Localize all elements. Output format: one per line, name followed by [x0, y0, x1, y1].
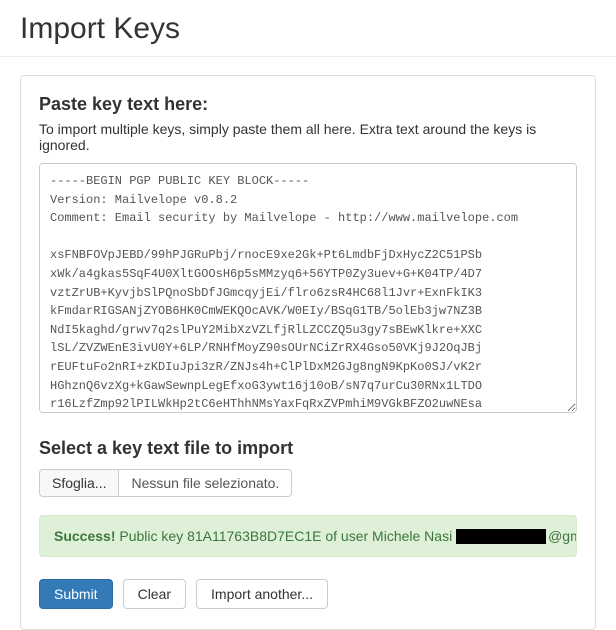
import-another-button[interactable]: Import another...: [196, 579, 328, 609]
alert-suffix: @gmail.com>: [548, 528, 577, 544]
file-heading: Select a key text file to import: [39, 438, 577, 459]
paste-help: To import multiple keys, simply paste th…: [39, 121, 577, 153]
import-panel: Paste key text here: To import multiple …: [20, 75, 596, 630]
page-title: Import Keys: [20, 12, 596, 46]
submit-button[interactable]: Submit: [39, 579, 113, 609]
browse-button[interactable]: Sfoglia...: [39, 469, 118, 497]
redacted-email-local: [456, 529, 546, 544]
alert-prefix: Public key 81A11763B8D7EC1E of user Mich…: [115, 528, 456, 544]
alert-strong: Success!: [54, 528, 115, 544]
button-row: Submit Clear Import another...: [39, 579, 577, 609]
key-textarea[interactable]: [39, 163, 577, 413]
file-none-label: Nessun file selezionato.: [118, 469, 292, 497]
page-header: Import Keys: [0, 0, 616, 57]
success-alert: Success! Public key 81A11763B8D7EC1E of …: [39, 515, 577, 557]
clear-button[interactable]: Clear: [123, 579, 186, 609]
file-picker: Sfoglia... Nessun file selezionato.: [39, 469, 577, 497]
file-section: Select a key text file to import Sfoglia…: [39, 438, 577, 497]
paste-heading: Paste key text here:: [39, 94, 577, 115]
